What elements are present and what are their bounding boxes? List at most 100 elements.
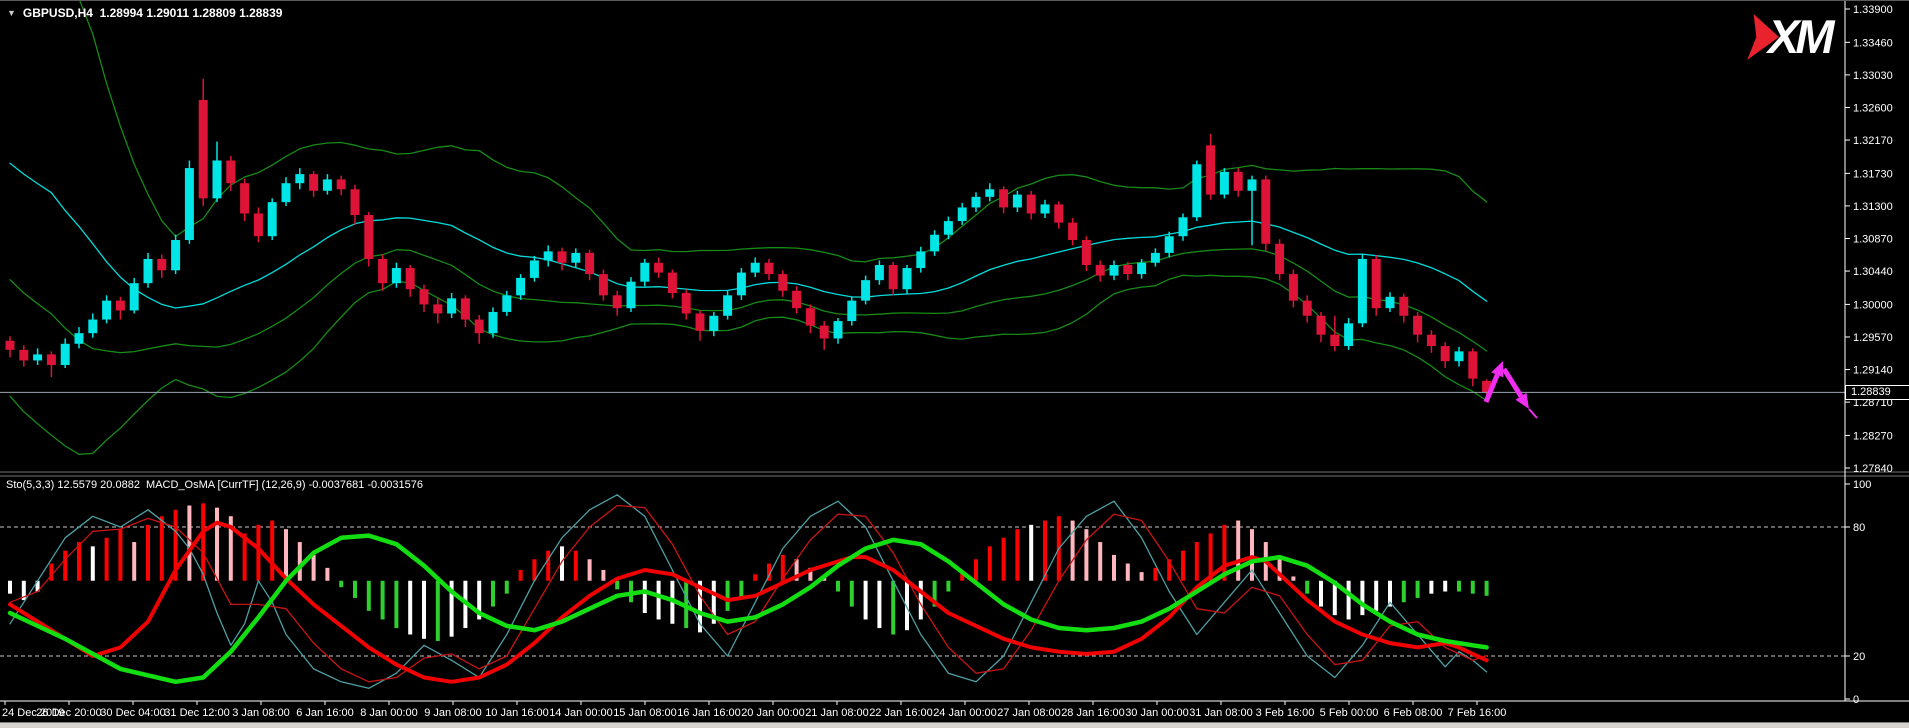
candlestick [420, 289, 429, 304]
candlestick [765, 263, 774, 274]
window-bottom-edge [0, 722, 1909, 728]
candlestick [1386, 297, 1395, 308]
osma-histogram-bar [1471, 581, 1475, 594]
candlestick [751, 263, 760, 273]
candlestick [544, 251, 553, 260]
osma-histogram-bar [187, 506, 191, 581]
current-price-tag: 1.28839 [1845, 385, 1909, 400]
osma-histogram-bar [339, 581, 343, 587]
candlestick [1330, 335, 1339, 346]
osma-histogram-bar [160, 516, 164, 581]
candlestick [226, 160, 235, 183]
osma-histogram-bar [312, 555, 316, 581]
candlestick [1289, 274, 1298, 301]
price-axis-label: 1.30000 [1853, 299, 1893, 311]
candlestick [1455, 351, 1464, 361]
osma-histogram-bar [1347, 581, 1351, 620]
osma-histogram-bar [1291, 576, 1295, 580]
time-axis-label: 26 Dec 20:00 [36, 707, 101, 719]
osma-histogram-bar [381, 581, 385, 620]
time-axis-label: 27 Jan 08:00 [997, 707, 1061, 719]
candlestick [1179, 217, 1188, 236]
osma-histogram-bar [394, 581, 398, 628]
candlestick [1344, 323, 1353, 346]
candlestick [1110, 265, 1119, 276]
candlestick [696, 313, 705, 330]
candlestick [1151, 253, 1160, 263]
candlestick [916, 251, 925, 268]
candlestick [282, 183, 291, 202]
time-axis-label: 24 Jan 00:00 [933, 707, 997, 719]
osma-histogram-bar [1126, 564, 1130, 581]
indicator-axis-label: 0 [1853, 694, 1859, 706]
candlestick [1206, 145, 1215, 194]
osma-histogram-bar [1305, 581, 1309, 594]
osma-histogram-bar [49, 564, 53, 581]
candlestick [861, 280, 870, 300]
time-axis-label: 7 Feb 16:00 [1448, 707, 1507, 719]
candlestick [1027, 195, 1036, 214]
osma-histogram-bar [877, 581, 881, 628]
osma-histogram-bar [77, 542, 81, 581]
time-axis-label: 9 Jan 08:00 [424, 707, 482, 719]
osma-histogram-bar [118, 529, 122, 581]
osma-histogram-bar [1015, 529, 1019, 581]
osma-histogram-bar [615, 581, 619, 590]
osma-histogram-bar [146, 525, 150, 581]
candlestick [806, 308, 815, 325]
osma-histogram-bar [1098, 542, 1102, 581]
osma-histogram-bar [1084, 529, 1088, 581]
candlestick [530, 260, 539, 277]
time-axis-label: 3 Jan 08:00 [232, 707, 290, 719]
osma-histogram-bar [215, 508, 219, 581]
osma-histogram-bar [505, 581, 509, 594]
candlestick [723, 295, 732, 315]
candlestick [944, 221, 953, 235]
candlestick [972, 197, 981, 208]
time-axis-label: 30 Jan 00:00 [1125, 707, 1189, 719]
price-axis-label: 1.30440 [1853, 266, 1893, 278]
ohlc-readout: ▼ GBPUSD,H4 1.28994 1.29011 1.28809 1.28… [7, 6, 282, 20]
candlestick [489, 312, 498, 333]
osma-histogram-bar [1181, 551, 1185, 581]
candlestick [1123, 265, 1132, 274]
chart-canvas[interactable]: 1.339001.334601.330301.326001.321701.317… [0, 1, 1909, 728]
candlestick [378, 259, 387, 283]
candlestick [1041, 204, 1050, 213]
candlestick [1137, 263, 1146, 274]
time-axis-label: 22 Jan 16:00 [869, 707, 933, 719]
candlestick [433, 304, 442, 313]
candlestick [792, 291, 801, 308]
time-axis-label: 15 Jan 08:00 [613, 707, 677, 719]
candlestick [351, 189, 360, 215]
candlestick [213, 160, 222, 198]
candlestick [778, 274, 787, 291]
candlestick [1372, 259, 1381, 308]
osma-histogram-bar [1140, 572, 1144, 581]
osma-histogram-bar [988, 546, 992, 580]
time-axis-label: 21 Jan 08:00 [805, 707, 869, 719]
candlestick [19, 350, 28, 361]
candlestick [47, 354, 56, 365]
symbol-dropdown-arrow-icon[interactable]: ▼ [7, 8, 16, 18]
osma-histogram-bar [601, 570, 605, 581]
candlestick [654, 263, 663, 273]
time-axis-label: 10 Jan 16:00 [485, 707, 549, 719]
osma-histogram-bar [1002, 538, 1006, 581]
candlestick [171, 240, 180, 270]
candlestick [682, 293, 691, 313]
osma-histogram-bar [201, 503, 205, 580]
time-axis-label: 5 Feb 00:00 [1320, 707, 1379, 719]
osma-histogram-bar [1443, 581, 1447, 592]
candlestick [1165, 236, 1174, 253]
candlestick [364, 215, 373, 259]
candlestick [447, 298, 456, 313]
candlestick [516, 278, 525, 295]
chart-background [0, 1, 1909, 728]
candlestick [502, 295, 511, 312]
osma-histogram-bar [105, 538, 109, 581]
osma-histogram-bar [1429, 581, 1433, 594]
candlestick [1317, 316, 1326, 335]
osma-histogram-bar [1457, 581, 1461, 592]
mt4-chart-window: 1.339001.334601.330301.326001.321701.317… [0, 0, 1909, 728]
